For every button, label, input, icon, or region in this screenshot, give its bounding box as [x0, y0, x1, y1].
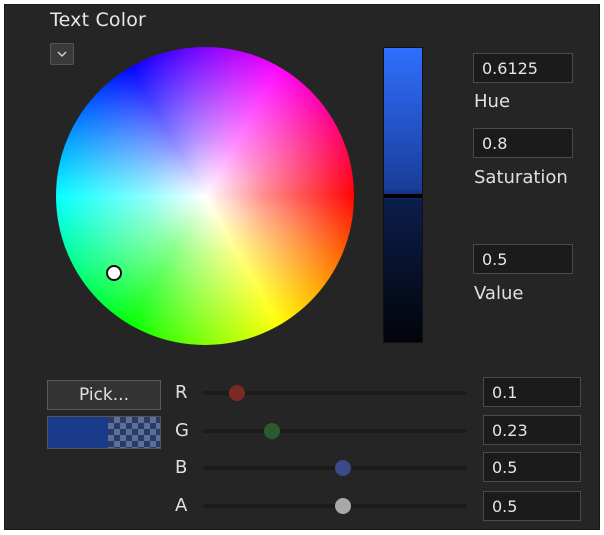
r-field[interactable]: 0.1 — [483, 377, 581, 407]
color-panel: Text Color 0.6125 Hue 0.8 Saturation 0.5… — [4, 4, 600, 530]
g-field[interactable]: 0.23 — [483, 415, 581, 445]
saturation-field[interactable]: 0.8 — [473, 128, 573, 158]
channel-label-a: A — [175, 495, 188, 516]
slider-r[interactable] — [203, 385, 467, 401]
value-label: Value — [474, 283, 524, 304]
channel-label-b: B — [175, 457, 188, 478]
swatch-solid — [48, 417, 108, 448]
swatch-alpha-preview — [108, 417, 160, 448]
value-field[interactable]: 0.5 — [473, 244, 573, 274]
slider-b-thumb[interactable] — [335, 460, 351, 476]
saturation-label: Saturation — [474, 167, 568, 188]
value-strip[interactable] — [383, 47, 423, 343]
pick-button[interactable]: Pick... — [47, 380, 161, 410]
hue-label: Hue — [474, 91, 511, 112]
saturation-overlay — [56, 47, 354, 345]
slider-g-thumb[interactable] — [263, 423, 280, 439]
value-marker[interactable] — [384, 194, 422, 198]
slider-g[interactable] — [203, 423, 467, 439]
panel-title: Text Color — [50, 9, 147, 31]
a-field[interactable]: 0.5 — [483, 491, 581, 521]
b-field[interactable]: 0.5 — [483, 452, 581, 482]
slider-a[interactable] — [203, 498, 467, 514]
slider-b[interactable] — [203, 460, 467, 476]
channel-label-r: R — [175, 382, 188, 403]
color-swatch — [47, 416, 161, 449]
hue-field[interactable]: 0.6125 — [473, 53, 573, 83]
slider-r-thumb[interactable] — [229, 385, 246, 401]
color-wheel[interactable] — [56, 47, 354, 345]
slider-a-thumb[interactable] — [335, 498, 351, 514]
channel-label-g: G — [175, 420, 189, 441]
